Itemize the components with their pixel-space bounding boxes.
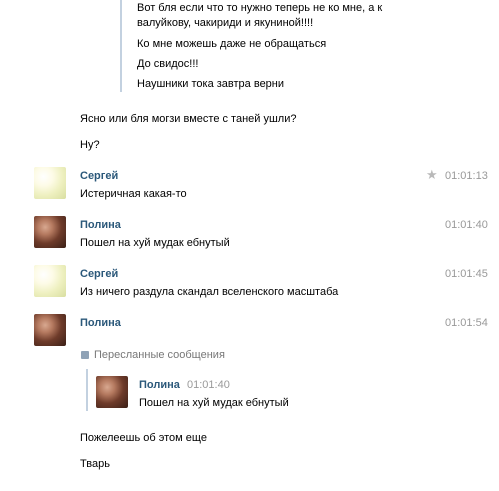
author-name[interactable]: Полина bbox=[80, 316, 121, 330]
sergey-avatar[interactable] bbox=[34, 265, 66, 297]
message-time[interactable]: 01:01:40 bbox=[445, 218, 488, 232]
quote-line: Вот бля если что то нужно теперь не ко м… bbox=[137, 2, 383, 14]
forwarded-author[interactable]: Полина bbox=[139, 378, 180, 392]
message-text: Из ничего раздула скандал вселенского ма… bbox=[80, 286, 339, 298]
forwarded-time[interactable]: 01:01:40 bbox=[187, 378, 230, 392]
polina-avatar[interactable] bbox=[34, 314, 66, 346]
forwarded-label: Пересланные сообщения bbox=[94, 349, 225, 361]
message-text: Тварь bbox=[80, 458, 110, 470]
author-name[interactable]: Сергей bbox=[80, 267, 118, 281]
forwarded-quote-bar bbox=[86, 369, 88, 411]
polina-avatar[interactable] bbox=[34, 216, 66, 248]
quote-line: Ко мне можешь даже не обращаться bbox=[137, 38, 327, 50]
message-text: Ясно или бля могзи вместе с таней ушли? bbox=[80, 113, 297, 125]
forward-icon bbox=[81, 351, 89, 359]
quote-line: До свидос!!! bbox=[137, 58, 199, 70]
polina-avatar[interactable] bbox=[96, 376, 128, 408]
sergey-avatar[interactable] bbox=[34, 167, 66, 199]
message-text: Ну? bbox=[80, 139, 100, 151]
message-text: Пошел на хуй мудак ебнутый bbox=[80, 237, 230, 249]
forwarded-text: Пошел на хуй мудак ебнутый bbox=[139, 397, 289, 409]
quote-line: Наушники тока завтра верни bbox=[137, 78, 285, 90]
message-time[interactable]: 01:01:45 bbox=[445, 267, 488, 281]
message-text: Пожелеешь об этом еще bbox=[80, 432, 207, 444]
quote-line: валуйкову, чакириди и якуниной!!!! bbox=[137, 17, 314, 29]
message-time[interactable]: 01:01:54 bbox=[445, 316, 488, 330]
author-name[interactable]: Полина bbox=[80, 218, 121, 232]
author-name[interactable]: Сергей bbox=[80, 169, 118, 183]
message-text: Истеричная какая-то bbox=[80, 188, 187, 200]
message-time[interactable]: 01:01:13 bbox=[445, 169, 488, 183]
star-icon[interactable]: ★ bbox=[426, 168, 438, 182]
quote-bar bbox=[120, 0, 122, 92]
